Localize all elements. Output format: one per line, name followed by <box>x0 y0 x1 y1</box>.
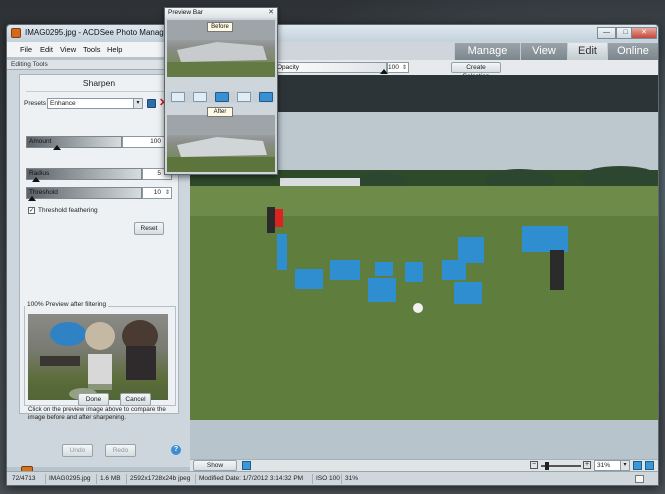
create-selection-button[interactable]: Create Selection <box>451 62 501 80</box>
preview-photo <box>28 320 168 400</box>
presets-label: Presets <box>24 100 47 107</box>
opacity-value-field[interactable]: 100 ⇕ <box>387 62 409 73</box>
tab-online[interactable]: Online <box>607 43 658 60</box>
full-screen-icon[interactable] <box>645 461 654 470</box>
title-bar[interactable]: IMAG0295.jpg - ACDSee Photo Manager 12 —… <box>7 25 658 42</box>
threshold-slider[interactable]: Threshold <box>26 187 142 201</box>
preview-bar-title[interactable]: Preview Bar ✕ <box>165 8 277 18</box>
editing-tools-panel: Sharpen Presets Enhance ▾ ✕ Amount 100 ⇕… <box>7 70 190 478</box>
image-index: 72/4713 <box>12 475 36 482</box>
status-bar: 72/4713 IMAG0295.jpg 1.6 MB 2592x1728x24… <box>7 471 658 485</box>
tab-edit[interactable]: Edit <box>567 43 607 60</box>
threshold-feathering-label: Threshold feathering <box>38 207 98 214</box>
spin-icon[interactable]: ⇕ <box>402 63 407 73</box>
opacity-slider[interactable]: Opacity <box>272 62 388 74</box>
reset-button[interactable]: Reset <box>134 222 164 235</box>
threshold-slider-thumb[interactable] <box>28 196 36 201</box>
zoom-dropdown[interactable]: 31% ▾ <box>594 460 630 471</box>
zoom-value: 31% <box>597 462 611 469</box>
status-zoom: 31% <box>341 474 365 484</box>
menu-help[interactable]: Help <box>107 45 122 54</box>
hand-tool-icon[interactable] <box>193 92 207 102</box>
amount-value: 100 <box>150 138 161 145</box>
cancel-button[interactable]: Cancel <box>120 393 151 406</box>
fit-image-icon[interactable] <box>633 461 642 470</box>
sharpen-preview-image[interactable] <box>28 314 168 400</box>
zoom-in-icon[interactable]: + <box>583 461 591 469</box>
done-button[interactable]: Done <box>78 393 109 406</box>
preview-group-title: 100% Preview after filtering <box>25 301 109 308</box>
close-icon[interactable]: ✕ <box>268 8 274 18</box>
tab-view[interactable]: View <box>520 43 567 60</box>
status-filename: IMAG0295.jpg <box>45 474 95 484</box>
title-divider <box>26 91 172 92</box>
radius-value: 5 <box>157 170 161 177</box>
editing-tools-header: Editing Tools <box>7 60 190 70</box>
redo-button[interactable]: Redo <box>105 444 136 457</box>
preview-bar-title-text: Preview Bar <box>168 9 204 16</box>
amount-slider-thumb[interactable] <box>53 145 61 150</box>
amount-slider[interactable]: Amount <box>26 136 122 150</box>
split-view-icon[interactable] <box>215 92 229 102</box>
acdsee-app-icon <box>11 28 21 38</box>
chevron-down-icon: ▾ <box>620 461 629 470</box>
menu-edit[interactable]: Edit <box>40 45 53 54</box>
show-previous-button[interactable]: Show Previous <box>193 460 237 478</box>
help-icon[interactable]: ? <box>171 445 181 455</box>
compare-tool-icon[interactable] <box>237 92 251 102</box>
sharpen-panel: Sharpen Presets Enhance ▾ ✕ Amount 100 ⇕… <box>19 74 179 421</box>
status-dimensions: 2592x1728x24b jpeg <box>126 474 194 484</box>
menu-tools[interactable]: Tools <box>83 45 101 54</box>
before-label: Before <box>207 22 233 32</box>
threshold-label: Threshold <box>29 189 58 196</box>
presets-dropdown[interactable]: Enhance ▾ <box>47 98 143 109</box>
zoom-out-icon[interactable]: − <box>530 461 538 469</box>
radius-slider[interactable]: Radius <box>26 168 142 182</box>
mode-bar: Manage View Edit Online <box>271 42 658 60</box>
after-label: After <box>207 107 233 117</box>
app-window: IMAG0295.jpg - ACDSee Photo Manager 12 —… <box>6 24 659 486</box>
save-preset-icon[interactable] <box>147 99 156 108</box>
after-preview-image[interactable] <box>167 115 275 172</box>
menu-view[interactable]: View <box>60 45 76 54</box>
compare-icon[interactable] <box>242 461 251 470</box>
threshold-value-field[interactable]: 10 ⇕ <box>142 187 172 199</box>
radius-label: Radius <box>29 170 50 177</box>
after-photo <box>167 115 275 172</box>
threshold-value: 10 <box>153 189 161 196</box>
zoom-tool-icon[interactable] <box>171 92 185 102</box>
status-filesize: 1.6 MB <box>96 474 124 484</box>
minimize-button[interactable]: — <box>597 27 616 39</box>
menu-file[interactable]: File <box>20 45 32 54</box>
zoom-slider-thumb[interactable] <box>545 462 549 470</box>
status-tray-icon[interactable] <box>635 475 644 483</box>
status-modified-date: Modified Date: 1/7/2012 3:14:32 PM <box>195 474 311 484</box>
settings-tool-icon[interactable] <box>259 92 273 102</box>
chevron-down-icon: ▾ <box>133 99 142 108</box>
tab-manage[interactable]: Manage <box>454 43 520 60</box>
status-iso: ISO 100 <box>312 474 340 484</box>
spin-icon[interactable]: ⇕ <box>165 188 170 198</box>
view-bar: Show Previous − + 31% ▾ <box>190 459 658 478</box>
opacity-label: Opacity <box>277 64 300 71</box>
window-title: IMAG0295.jpg - ACDSee Photo Manager 12 <box>25 28 182 37</box>
preview-help-text: Click on the preview image above to comp… <box>28 406 166 421</box>
preview-bar-window: Preview Bar ✕ Before After <box>164 7 278 175</box>
amount-label: Amount <box>29 138 52 145</box>
presets-value: Enhance <box>50 100 76 107</box>
undo-button[interactable]: Undo <box>62 444 93 457</box>
threshold-feathering-checkbox[interactable]: ✓ <box>28 207 35 214</box>
opacity-value: 100 <box>388 64 399 71</box>
panel-title: Sharpen <box>82 78 116 88</box>
preview-bar-tools <box>167 91 275 103</box>
close-button[interactable]: ✕ <box>631 27 657 39</box>
radius-slider-thumb[interactable] <box>32 177 40 182</box>
